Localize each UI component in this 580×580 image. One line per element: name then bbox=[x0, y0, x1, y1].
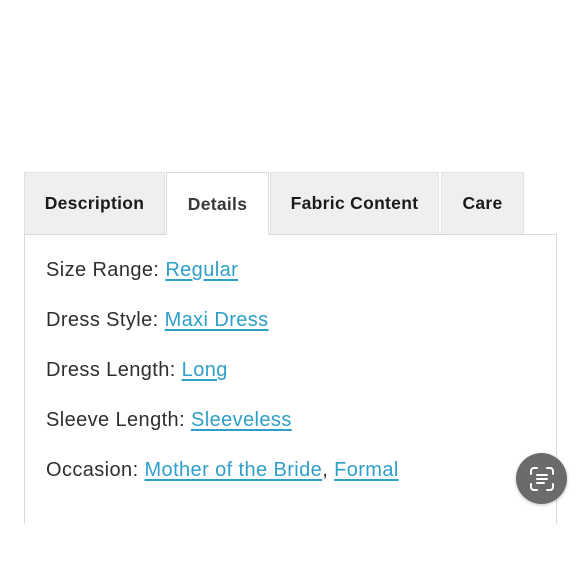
occasion-link-mother-of-the-bride[interactable]: Mother of the Bride bbox=[144, 459, 322, 481]
occasion-separator: , bbox=[322, 459, 335, 481]
size-range-label: Size Range: bbox=[46, 259, 166, 281]
tab-details[interactable]: Details bbox=[166, 172, 269, 235]
occasion-link-formal[interactable]: Formal bbox=[334, 459, 399, 481]
occasion-label: Occasion: bbox=[46, 459, 145, 481]
occasion-row: Occasion: Mother of the Bride, Formal bbox=[46, 459, 399, 482]
sleeve-length-link[interactable]: Sleeveless bbox=[191, 409, 292, 431]
size-range-link[interactable]: Regular bbox=[165, 259, 238, 281]
dress-style-label: Dress Style: bbox=[46, 309, 165, 331]
product-info-section: Description Details Fabric Content Care … bbox=[0, 0, 580, 580]
scan-text-icon bbox=[529, 466, 554, 491]
sleeve-length-label: Sleeve Length: bbox=[46, 409, 191, 431]
sleeve-length-row: Sleeve Length: Sleeveless bbox=[46, 409, 292, 432]
size-range-row: Size Range: Regular bbox=[46, 259, 238, 282]
product-tabs: Description Details Fabric Content Care bbox=[24, 172, 557, 235]
tab-care[interactable]: Care bbox=[441, 172, 524, 234]
dress-style-link[interactable]: Maxi Dress bbox=[165, 309, 269, 331]
details-panel: Size Range: Regular Dress Style: Maxi Dr… bbox=[24, 234, 557, 524]
tab-description[interactable]: Description bbox=[24, 172, 165, 234]
dress-length-link[interactable]: Long bbox=[182, 359, 228, 381]
tab-fabric-content[interactable]: Fabric Content bbox=[270, 172, 439, 234]
dress-length-row: Dress Length: Long bbox=[46, 359, 228, 382]
dress-length-label: Dress Length: bbox=[46, 359, 182, 381]
dress-style-row: Dress Style: Maxi Dress bbox=[46, 309, 269, 332]
scan-text-button[interactable] bbox=[516, 453, 567, 504]
